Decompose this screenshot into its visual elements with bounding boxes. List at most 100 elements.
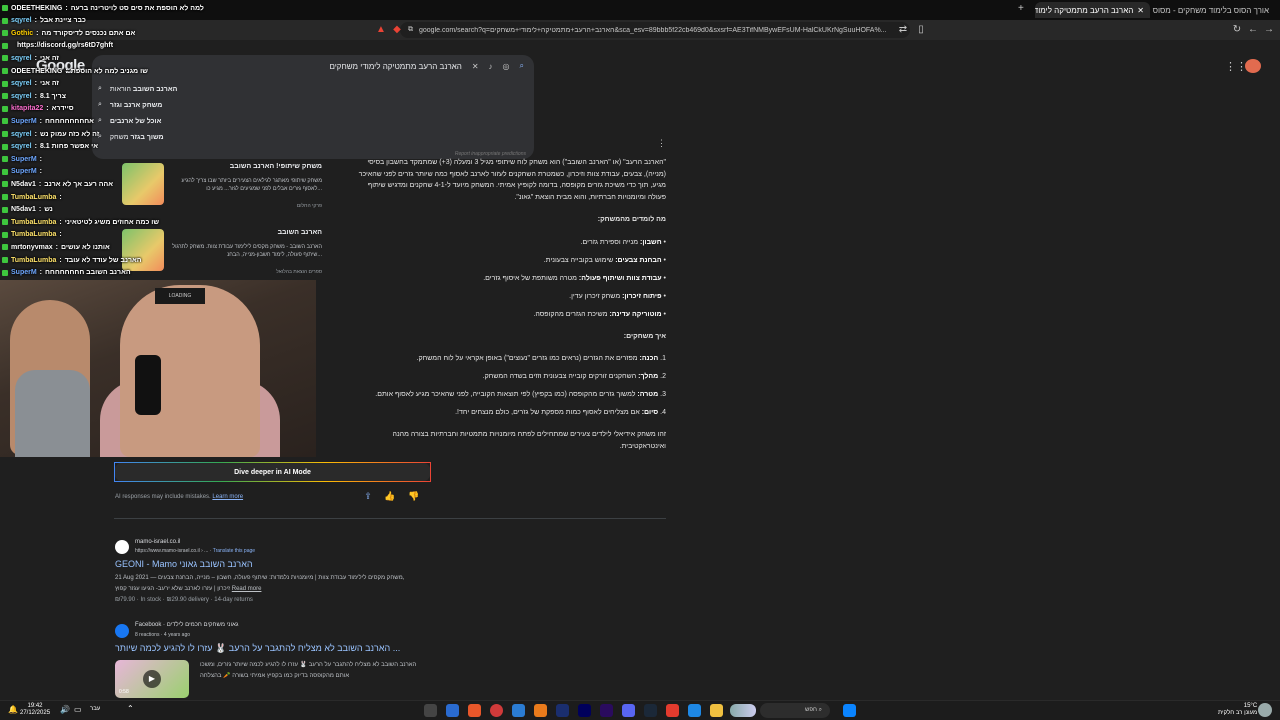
site-favicon[interactable]	[115, 540, 129, 554]
chevron-up-icon[interactable]: ⌃	[127, 704, 134, 713]
ai-outro: זהו משחק אידיאלי לילדים צעירים שמתחילים …	[392, 431, 666, 450]
app-icon[interactable]	[424, 704, 437, 717]
reload-icon[interactable]: ↻	[1230, 23, 1244, 37]
chat-username: ODEETHEKING	[11, 4, 63, 12]
back-icon[interactable]: →	[1262, 23, 1276, 37]
learn-more-link[interactable]: Learn more	[212, 494, 243, 500]
network-icon[interactable]: ▭	[74, 705, 82, 714]
translate-link[interactable]: Translate this page	[213, 548, 255, 554]
steam-icon[interactable]	[644, 704, 657, 717]
result-title[interactable]: GEONI - Mamo הארנב השובב גאוני	[115, 559, 253, 569]
app-icon[interactable]	[688, 704, 701, 717]
alert-icon[interactable]: ▲	[374, 23, 388, 37]
result-title[interactable]: הארנב השובב לא מצליח להתגבר על הרעב 🐰 עז…	[115, 643, 400, 654]
video-thumbnail[interactable]: ▶ 0:58	[115, 660, 189, 698]
play-icon[interactable]: ▶	[143, 670, 161, 688]
weather-icon	[1258, 703, 1272, 717]
discord-icon[interactable]	[622, 704, 635, 717]
read-more-link[interactable]: Read more	[232, 586, 262, 592]
app-icon[interactable]	[578, 704, 591, 717]
avatar[interactable]	[1245, 59, 1261, 73]
volume-icon[interactable]: 🔊	[60, 705, 70, 714]
chat-message: TumbaLumba:	[2, 192, 65, 202]
bookmark-icon[interactable]: ▯	[914, 23, 928, 37]
clock[interactable]: 19:42 27/12/2025	[20, 703, 50, 717]
learn-item: • פיתוח זיכרון: משחק זיכרון עדין.	[569, 293, 666, 300]
chat-text: אחחחחחחחחח	[45, 117, 94, 125]
chat-badge-icon	[2, 181, 8, 188]
mic-icon[interactable]: ♪	[489, 62, 493, 71]
language-indicator[interactable]: עבר	[90, 706, 100, 712]
widget-icon[interactable]	[730, 704, 756, 717]
close-icon[interactable]: ✕	[1137, 6, 1144, 15]
chat-username: N5dav1	[11, 206, 36, 214]
facebook-icon[interactable]	[115, 624, 129, 638]
learn-item: • מוטוריקה עדינה: משיכת הגזרים מהקופסה.	[533, 311, 666, 318]
chat-message: sqyrel:8.1 אי אפשר פחות	[2, 142, 98, 152]
omnibox[interactable]: ⧉ google.com/search?q=הארנב+הרעב+מתמטיקה…	[400, 22, 910, 38]
share-icon[interactable]: ⇪	[362, 491, 374, 503]
app-icon[interactable]	[600, 704, 613, 717]
chat-badge-icon	[2, 206, 8, 213]
extension-icon[interactable]: ◆	[390, 23, 404, 37]
taskbar: 🔔 19:42 27/12/2025 🔊 ▭ עבר ⌃ חפש ⌕ 15°C מע…	[0, 700, 1280, 720]
tab-1[interactable]: אורך הסוס בלימוד משחקים - מסוס	[1150, 2, 1275, 18]
chat-username: sqyrel	[11, 17, 32, 25]
result-site[interactable]: mamo-israel.co.il	[135, 539, 180, 545]
start-icon[interactable]	[843, 704, 856, 717]
video-duration: 0:58	[119, 689, 129, 695]
chat-username: ODEETHEKING	[11, 67, 63, 75]
search-icon[interactable]: ⌕	[520, 61, 524, 71]
result-site[interactable]: Facebook · גאוני משחקים חכמים לילדים	[135, 622, 238, 628]
result-url[interactable]: https://www.mamo-israel.co.il › ... · Tr…	[135, 548, 255, 554]
share-icon[interactable]: ⇄	[896, 23, 910, 37]
chat-username: sqyrel	[11, 92, 32, 100]
chat-badge-icon	[2, 93, 8, 100]
app-icon[interactable]	[556, 704, 569, 717]
chat-message: Gothic: אם אתם נכנסים לדיסקורד מה	[2, 28, 135, 38]
chat-username: sqyrel	[11, 143, 32, 151]
chat-username: TumbaLumba	[11, 218, 57, 226]
apps-grid-icon[interactable]: ⋮⋮	[1225, 60, 1247, 73]
chat-badge-icon	[2, 231, 8, 238]
chat-text: למה לא הוספת את סים סט לויטרינה ברעה	[70, 4, 204, 12]
chat-text: כבר ציינת אבל	[39, 17, 86, 25]
chat-text: סיידרא	[51, 105, 74, 113]
lens-icon[interactable]: ◎	[503, 62, 510, 71]
folder-icon[interactable]	[710, 704, 723, 717]
chat-text: הארנב השובב חחחחחחחח	[45, 269, 131, 277]
clear-icon[interactable]: ✕	[472, 62, 479, 71]
forward-icon[interactable]: ←	[1246, 23, 1260, 37]
how-item: 2. מהלך: השחקנים זורקים קובייה צבעונית ו…	[482, 373, 666, 380]
result-reactions: 8 reactions · 4 years ago	[135, 632, 191, 638]
site-info-icon[interactable]: ⧉	[408, 26, 413, 34]
chat-message: TumbaLumba: שו כמה אחוזים משיג לטיטאיני	[2, 217, 159, 227]
more-options-icon[interactable]: ⋮	[657, 138, 666, 149]
new-tab-button[interactable]: +	[1018, 3, 1024, 14]
app-icon[interactable]	[490, 704, 503, 717]
chat-username: SuperM	[11, 155, 37, 163]
chat-text: הארנב של עודד לא עובד	[64, 256, 142, 264]
thumbs-up-icon[interactable]: 👍	[384, 491, 396, 503]
chat-message: SuperM:	[2, 167, 45, 177]
app-icon[interactable]	[512, 704, 525, 717]
ai-mode-button[interactable]: Dive deeper in AI Mode	[114, 462, 431, 482]
notification-icon[interactable]: 🔔	[8, 705, 18, 714]
chat-username: Gothic	[11, 29, 34, 37]
url-text: google.com/search?q=הארנב+הרעב+מתמטיקה+ל…	[419, 26, 887, 34]
chat-text: שו כמה אחוזים משיג לטיטאיני	[64, 218, 160, 226]
result-snippet: אותם מהקופסה בדיוק כמו בקפיץ אמיתי בשורה…	[200, 673, 350, 679]
loading-sign: LOADING	[155, 288, 205, 304]
learn-item: • הבחנת צבעים: שימוש בקובייה צבעונית.	[543, 257, 666, 264]
weather-widget[interactable]: 15°C מעונן רב חלקית	[1218, 703, 1257, 717]
app-icon[interactable]	[666, 704, 679, 717]
tab-2[interactable]: ✕הארנב הרעב מתמטיקה לימודי ש...	[1035, 2, 1150, 18]
chat-badge-icon	[2, 68, 8, 74]
app-icon[interactable]	[534, 704, 547, 717]
app-icon[interactable]	[446, 704, 459, 717]
thumbs-down-icon[interactable]: 👎	[408, 491, 420, 503]
app-icon[interactable]	[468, 704, 481, 717]
chat-message: sqyrel: זה לא כזה עמוק נש	[2, 129, 99, 139]
chat-message: SuperM: הארנב השובב חחחחחחחח	[2, 268, 131, 278]
taskbar-search[interactable]: חפש ⌕	[760, 703, 830, 718]
